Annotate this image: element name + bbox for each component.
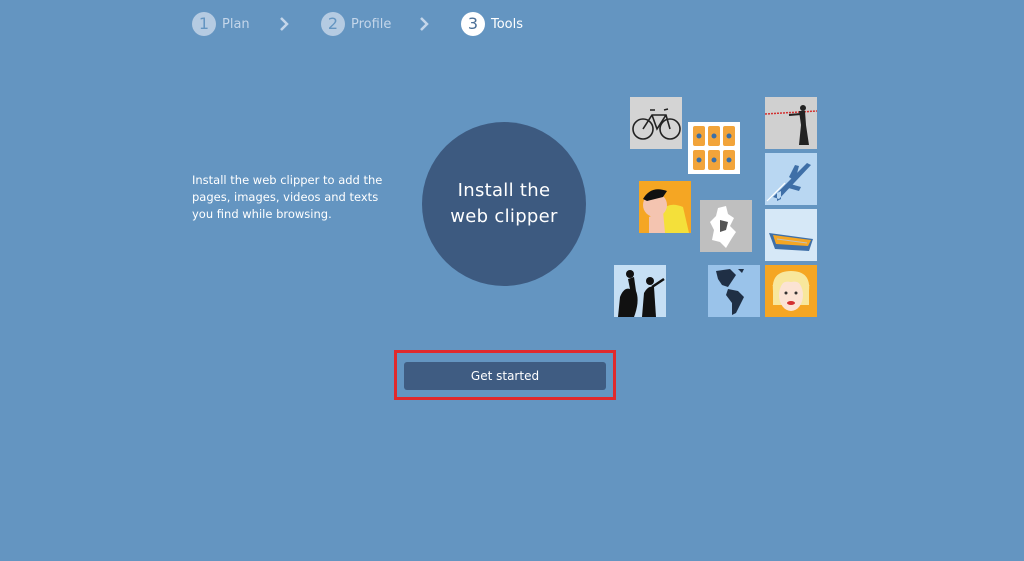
airplane-image [765,153,817,205]
install-clipper-circle: Install the web clipper [422,122,586,286]
musicians-image [614,265,666,317]
map-silhouette-image [700,200,752,252]
cartoon-boy-image [639,181,691,233]
step-number: 3 [461,12,485,36]
progress-stepper: 1 Plan 2 Profile 3 Tools [192,12,572,36]
tightrope-walker-image [765,97,817,149]
americas-map-image [708,265,760,317]
bicycle-image [630,97,682,149]
clipper-description: Install the web clipper to add the pages… [192,173,383,221]
get-started-button[interactable]: Get started [404,362,606,390]
cans-image [688,122,740,174]
chevron-right-icon [280,17,289,31]
step-label: Tools [491,16,524,32]
step-number: 2 [321,12,345,36]
step-tools[interactable]: 3 Tools [461,12,523,36]
marilyn-portrait-image [765,265,817,317]
step-number: 1 [192,12,216,36]
step-label: Profile [351,16,392,32]
step-label: Plan [222,16,250,32]
step-profile[interactable]: 2 Profile [321,12,391,36]
step-plan[interactable]: 1 Plan [192,12,250,36]
rowboat-image [765,209,817,261]
circle-heading: Install the web clipper [450,180,558,227]
chevron-right-icon [420,17,429,31]
